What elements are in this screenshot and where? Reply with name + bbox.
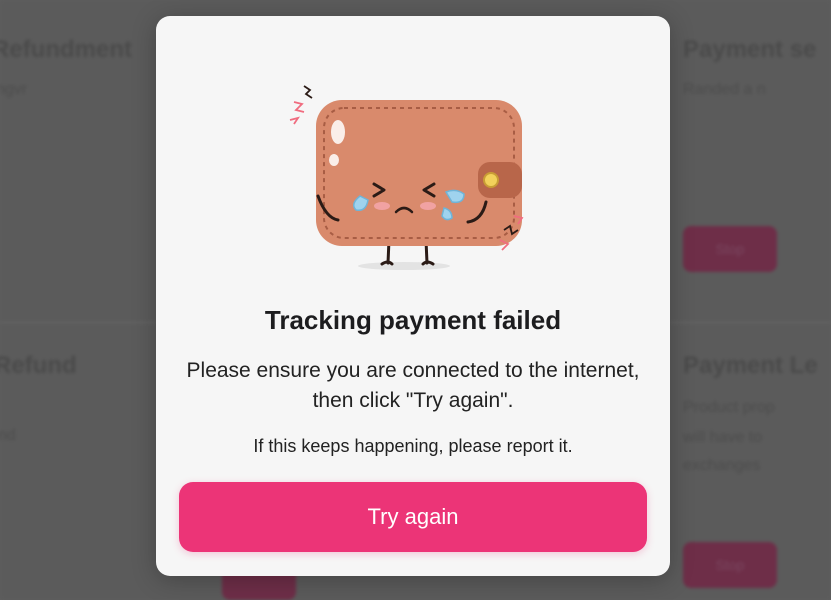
bg-right-divider [670, 322, 831, 323]
error-modal: Tracking payment failed Please ensure yo… [156, 16, 670, 576]
bg-right-title-2: Payment Le [683, 352, 818, 379]
bg-right-text-1: Randed a n [683, 81, 766, 98]
bg-left-text-1: ngvr [0, 81, 28, 98]
bg-right-button-1: Stop [683, 226, 777, 272]
bg-right-text-2c: exchanges [683, 457, 761, 474]
modal-note: If this keeps happening, please report i… [253, 436, 573, 456]
try-again-button[interactable]: Try again [179, 482, 647, 552]
crying-wallet-illustration [289, 85, 524, 270]
bg-left-title-2: Refund [0, 352, 77, 379]
bg-right-text-2a: Product prop [683, 399, 775, 416]
modal-title: Tracking payment failed [264, 305, 562, 335]
bg-left-title-1: Refundment [0, 36, 132, 63]
bg-left-text-2: nd [0, 427, 16, 444]
bg-right-button-2: Stop [683, 542, 777, 588]
modal-message: Please ensure you are connected to the i… [186, 359, 640, 412]
bg-left-divider [0, 322, 156, 323]
bg-right-title-1: Payment se [683, 36, 817, 63]
